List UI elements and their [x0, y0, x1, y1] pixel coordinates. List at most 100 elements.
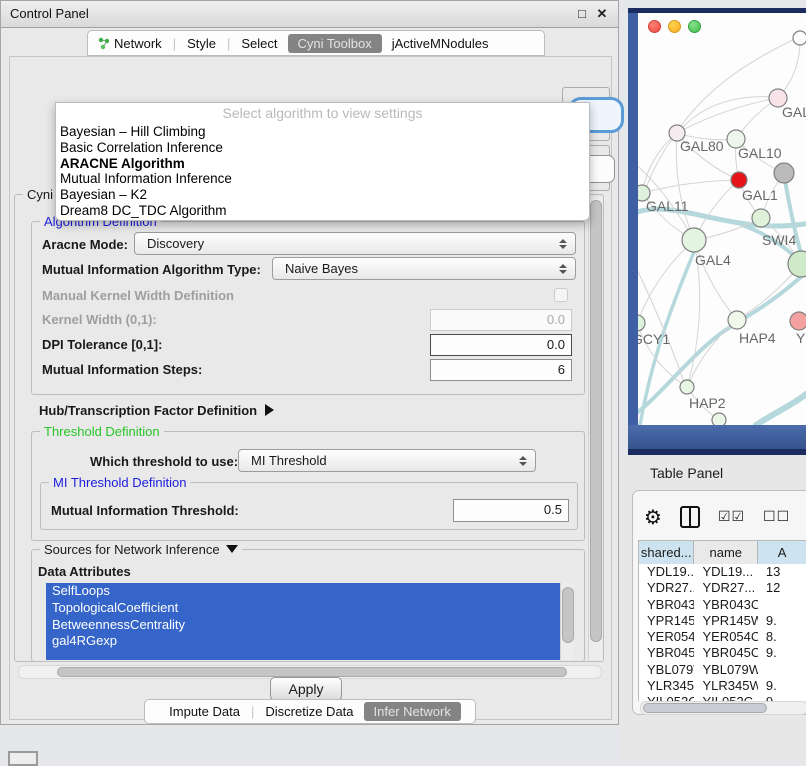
cyni-settings-group: Cyni Algorithm Settings Algorithm Defini… [14, 194, 604, 662]
bottom-tab-discretize-data[interactable]: Discretize Data [255, 702, 363, 721]
network-node-label: HAP2 [689, 395, 726, 411]
network-edge[interactable] [642, 180, 739, 193]
kernel-width-field[interactable]: 0.0 [430, 309, 572, 331]
algorithm-option[interactable]: Mutual Information Inference [56, 171, 589, 187]
select-all-checkboxes-icon[interactable]: ☑☑ [718, 509, 745, 525]
close-icon[interactable]: ✕ [594, 6, 610, 22]
tab-jactivemnodules[interactable]: jActiveMNodules [382, 34, 499, 53]
table-cell: YBR043C [639, 597, 694, 613]
network-graph[interactable]: GALGAL80GAL10GAL11GAL1SWI4GAL4GCY1HAP4YH… [638, 13, 806, 433]
data-attribute-item[interactable]: SelfLoops [46, 583, 560, 600]
mi-threshold-field[interactable]: 0.5 [453, 499, 569, 522]
tab-label: jActiveMNodules [392, 36, 489, 51]
table-cell: YBR045C [694, 645, 757, 661]
table-row[interactable]: YBR045CYBR045C9. [639, 645, 806, 661]
table-cell: YIL052C [694, 694, 757, 701]
data-attribute-item[interactable]: TopologicalCoefficient [46, 600, 560, 617]
network-edge[interactable] [756, 391, 806, 425]
network-edge[interactable] [638, 240, 694, 323]
algorithm-option[interactable]: Bayesian – Hill Climbing [56, 124, 589, 140]
table-row[interactable]: YER054CYER054C8. [639, 629, 806, 645]
window-frame-bottom [628, 425, 806, 455]
spinner-icon [558, 239, 567, 249]
tab-network[interactable]: Network [88, 34, 172, 53]
bottom-tab-infer-network[interactable]: Infer Network [364, 702, 461, 721]
column-header[interactable]: A [758, 541, 806, 564]
algorithm-option[interactable]: Bayesian – K2 [56, 187, 589, 203]
network-node[interactable] [728, 311, 746, 329]
settings-vscrollbar[interactable] [588, 197, 602, 660]
bottom-tab-impute-data[interactable]: Impute Data [159, 702, 250, 721]
network-canvas[interactable]: GALGAL80GAL10GAL11GAL1SWI4GAL4GCY1HAP4YH… [638, 13, 806, 433]
network-node[interactable] [774, 163, 794, 183]
table-row[interactable]: YDR27...YDR27...12 [639, 580, 806, 596]
table-cell: 9. [758, 613, 806, 629]
network-node[interactable] [731, 172, 747, 188]
deselect-all-checkboxes-icon[interactable]: ☐☐ [763, 509, 790, 525]
network-node[interactable] [793, 31, 806, 45]
apply-button[interactable]: Apply [270, 677, 342, 701]
which-threshold-combo[interactable]: MI Threshold [238, 449, 536, 472]
network-node[interactable] [790, 312, 806, 330]
mi-steps-field[interactable]: 6 [430, 359, 572, 381]
algorithm-option[interactable]: ARACNE Algorithm [56, 156, 589, 172]
gear-icon[interactable]: ⚙ [644, 506, 662, 528]
network-edge[interactable] [677, 98, 778, 133]
sources-legend[interactable]: Sources for Network Inference [40, 542, 242, 557]
collapsed-panel-icon[interactable] [8, 751, 38, 766]
network-node[interactable] [682, 228, 706, 252]
tab-select[interactable]: Select [231, 34, 287, 53]
tab-label: Network [114, 36, 162, 51]
spinner-icon [558, 264, 567, 274]
tab-cyni-toolbox[interactable]: Cyni Toolbox [288, 34, 382, 53]
data-attributes-label: Data Attributes [38, 564, 131, 579]
table-row[interactable]: YLR345WYLR345W9. [639, 678, 806, 694]
column-header[interactable]: name [694, 541, 758, 564]
attributes-vscrollbar-thumb[interactable] [562, 587, 574, 643]
mi-threshold-legend: MI Threshold Definition [49, 475, 190, 490]
table-row[interactable]: YBR043CYBR043C [639, 597, 806, 613]
table-row[interactable]: YDL19...YDL19...13 [639, 564, 806, 580]
data-attributes-list[interactable]: SelfLoopsTopologicalCoefficientBetweenne… [46, 583, 560, 660]
network-node-label: GAL1 [742, 187, 778, 203]
table-cell [758, 662, 806, 678]
table-cell: YER054C [694, 629, 757, 645]
table-cell: YBR045C [639, 645, 694, 661]
aracne-mode-combo[interactable]: Discovery [134, 232, 576, 255]
network-node[interactable] [680, 380, 694, 394]
network-edge[interactable] [680, 37, 798, 127]
data-attribute-item[interactable]: gal4RGexp [46, 633, 560, 650]
attributes-vscrollbar[interactable] [560, 583, 574, 660]
collapsed-arrow-icon [265, 404, 274, 416]
bottom-tab-bar: Impute Data|Discretize DataInfer Network [144, 699, 476, 724]
table-row[interactable]: YIL052CYIL052C9 [639, 694, 806, 701]
hub-section-toggle[interactable]: Hub/Transcription Factor Definition [39, 403, 274, 418]
table-row[interactable]: YPR145WYPR145W9. [639, 613, 806, 629]
table-hscrollbar-thumb[interactable] [643, 703, 767, 713]
aracne-mode-label: Aracne Mode: [42, 237, 128, 252]
columns-icon[interactable] [680, 506, 700, 528]
threshold-definition-legend: Threshold Definition [40, 424, 164, 439]
column-header[interactable]: shared... [639, 541, 694, 564]
network-node[interactable] [638, 315, 645, 331]
tab-style[interactable]: Style [177, 34, 226, 53]
settings-vscrollbar-thumb[interactable] [590, 200, 602, 642]
algorithm-option[interactable]: Dream8 DC_TDC Algorithm [56, 203, 589, 219]
dpi-tolerance-field[interactable]: 0.0 [430, 334, 572, 356]
algorithm-option[interactable]: Basic Correlation Inference [56, 140, 589, 156]
control-panel-titlebar[interactable]: Control Panel □ ✕ [1, 1, 618, 28]
mi-type-combo[interactable]: Naive Bayes [272, 257, 576, 280]
table-row[interactable]: YBL079WYBL079W [639, 662, 806, 678]
table-hscrollbar[interactable] [640, 701, 806, 715]
network-node-label: GAL [782, 104, 806, 120]
spinner-icon [518, 456, 527, 466]
table-cell: YDL19... [639, 564, 694, 580]
network-view-window: GALGAL80GAL10GAL11GAL1SWI4GAL4GCY1HAP4YH… [628, 8, 806, 455]
network-node[interactable] [752, 209, 770, 227]
manual-kernel-checkbox[interactable] [554, 288, 568, 302]
settings-hscrollbar-thumb[interactable] [57, 667, 567, 677]
network-node-label: HAP4 [739, 330, 776, 346]
table-cell: YER054C [639, 629, 694, 645]
float-icon[interactable]: □ [574, 6, 590, 22]
data-attribute-item[interactable]: BetweennessCentrality [46, 617, 560, 634]
